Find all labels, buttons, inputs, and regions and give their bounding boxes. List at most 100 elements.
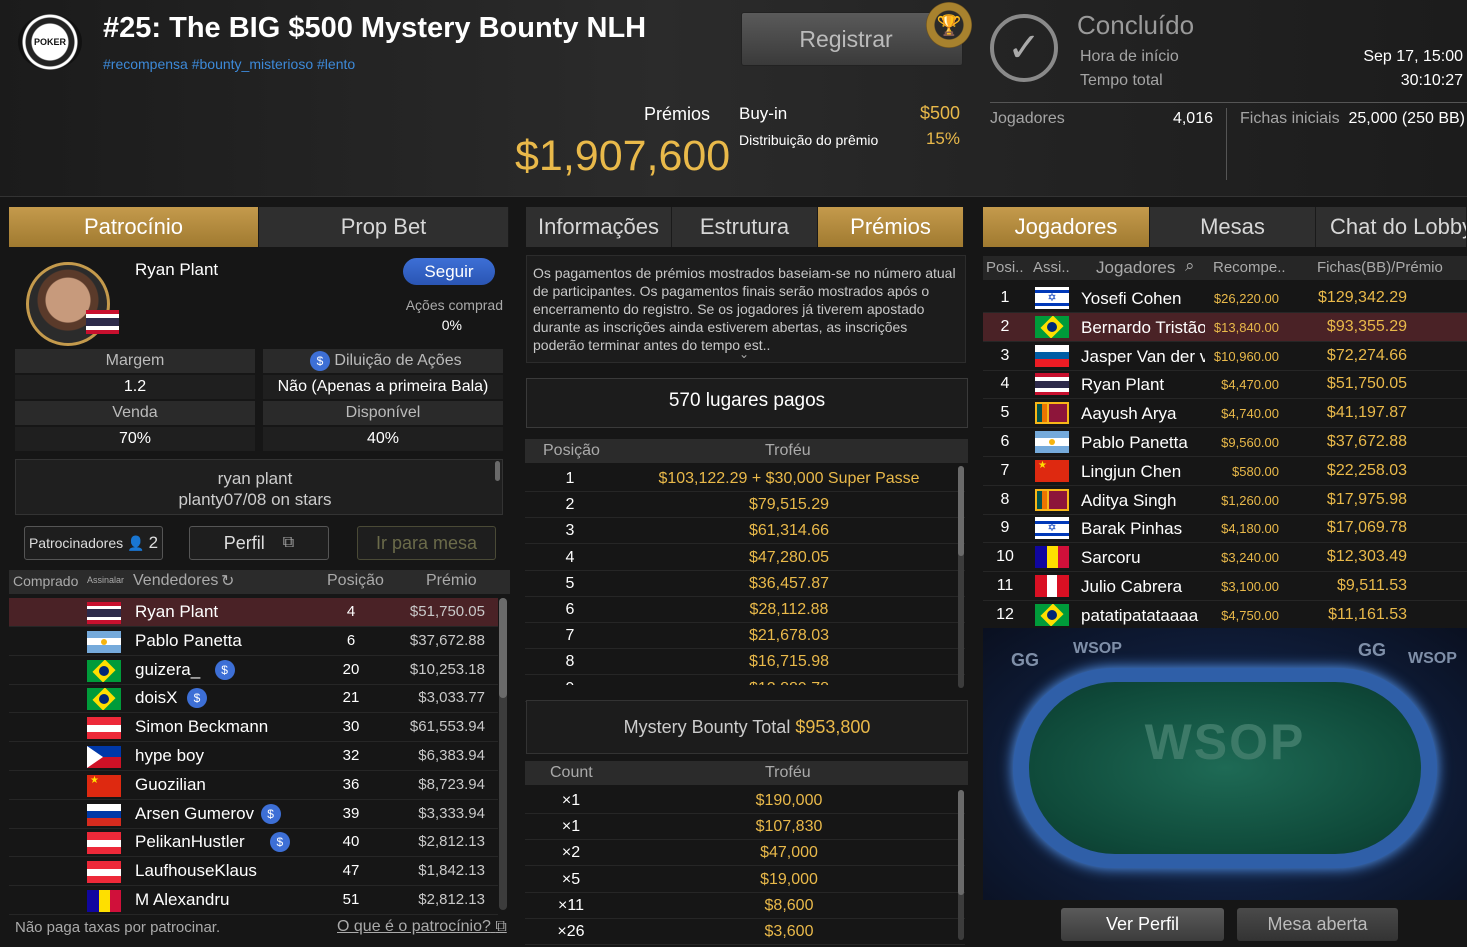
seller-row[interactable]: Simon Beckmann 30 $61,553.94: [9, 713, 498, 743]
player-prize: $129,342.29: [1318, 289, 1407, 306]
open-table-button[interactable]: Mesa aberta: [1237, 908, 1398, 941]
prize-amount: $103,122.29 + $30,000 Super Passe: [658, 470, 920, 487]
flag-peru-icon: [1035, 575, 1069, 597]
col-bought[interactable]: Comprado: [13, 573, 78, 589]
col-chips-prize[interactable]: Fichas(BB)/Prémio: [1317, 259, 1443, 276]
note-scrollbar[interactable]: [495, 461, 500, 481]
col-bounty[interactable]: Recompe..: [1213, 259, 1286, 276]
prize-position: 3: [565, 522, 575, 540]
flag-brazil-icon: [87, 659, 121, 682]
seller-prize: $6,383.94: [418, 747, 485, 764]
seller-row[interactable]: Arsen Gumerov $39 $3,333.94: [9, 800, 498, 829]
tab-players[interactable]: Jogadores: [983, 207, 1150, 247]
player-name: Julio Cabrera: [1081, 577, 1183, 596]
player-prize: $37,672.88: [1326, 433, 1407, 450]
dilution-info-icon[interactable]: $: [310, 351, 330, 371]
sale-label: Venda: [15, 401, 255, 425]
seller-position: 30: [342, 718, 360, 736]
bounty-count: ×11: [558, 896, 584, 914]
prizes-label: Prémios: [643, 104, 710, 124]
seller-prize: $10,253.18: [409, 660, 485, 678]
bounty-scrollbar-thumb[interactable]: [958, 790, 964, 895]
tab-structure[interactable]: Estrutura: [672, 207, 818, 247]
tab-tables[interactable]: Mesas: [1150, 207, 1316, 247]
player-row[interactable]: 1 ✡ Yosefi Cohen $26,220.00 $129,342.29: [983, 284, 1467, 313]
player-name: Ryan Plant: [1081, 375, 1165, 395]
seller-row[interactable]: Ryan Plant 4 $51,750.05: [9, 598, 498, 627]
seller-row[interactable]: Pablo Panetta 6 $37,672.88: [9, 627, 498, 656]
seller-row[interactable]: ★ Guozilian 36 $8,723.94: [9, 771, 498, 800]
player-bounty: $13,840.00: [1213, 319, 1279, 335]
seller-name: Simon Beckmann: [135, 717, 269, 737]
available-value: 40%: [263, 427, 503, 451]
col-sign[interactable]: Assinalar: [87, 575, 124, 585]
follow-button[interactable]: Seguir: [403, 258, 495, 285]
tab-prizes[interactable]: Prémios: [818, 207, 964, 247]
col-position[interactable]: Posição: [327, 572, 384, 590]
total-time-value: 30:10:27: [1400, 72, 1463, 89]
tab-prop-bet[interactable]: Prop Bet: [259, 207, 509, 247]
view-profile-button[interactable]: Ver Perfil: [1061, 908, 1224, 941]
seller-prize: $1,842.13: [418, 862, 485, 880]
player-row[interactable]: 10 Sarcoru $3,240.00 $12,303.49: [983, 543, 1467, 573]
seller-prize: $2,812.13: [418, 891, 485, 908]
seller-row[interactable]: guizera_ $20 $10,253.18: [9, 656, 498, 685]
col-sellers[interactable]: Vendedores: [133, 572, 218, 590]
prize-row: 1 $103,122.29 + $30,000 Super Passe: [525, 466, 965, 492]
seller-name: hype boy: [135, 746, 204, 765]
trophy-icon: 🏆: [926, 2, 972, 48]
col-prize[interactable]: Prémio: [426, 572, 477, 590]
expand-chevron-icon[interactable]: ⌄: [739, 347, 749, 361]
player-row[interactable]: 5 Aayush Arya $4,740.00 $41,197.87: [983, 399, 1467, 429]
player-row[interactable]: 3 Jasper Van der v $10,960.00 $72,274.66: [983, 342, 1467, 371]
player-row[interactable]: 12 patatipatataaaa $4,750.00 $11,161.53: [983, 601, 1467, 630]
goto-table-button[interactable]: Ir para mesa: [357, 526, 496, 560]
player-prize: $72,274.66: [1326, 346, 1407, 364]
player-row[interactable]: 7 ★ Lingjun Chen $580.00 $22,258.03: [983, 457, 1467, 486]
seller-row[interactable]: LaufhouseKlaus 47 $1,842.13: [9, 857, 498, 887]
profile-button[interactable]: Perfil ⧉: [189, 526, 329, 560]
col-players[interactable]: Jogadores: [1096, 258, 1175, 278]
search-icon[interactable]: ⌕: [1185, 256, 1195, 276]
player-row[interactable]: 8 Aditya Singh $1,260.00 $17,975.98: [983, 486, 1467, 515]
prize-amount: $79,515.29: [748, 496, 830, 514]
col-sign[interactable]: Assi..: [1033, 259, 1070, 276]
seller-row[interactable]: doisX $21 $3,033.77: [9, 684, 498, 714]
player-position: 7: [1000, 461, 1010, 479]
player-row[interactable]: 11 Julio Cabrera $3,100.00 $9,511.53: [983, 572, 1467, 601]
tab-info[interactable]: Informações: [526, 207, 672, 247]
seller-row[interactable]: M Alexandru 51 $2,812.13: [9, 886, 498, 915]
col-trophy: Troféu: [765, 764, 811, 781]
prize-scrollbar-thumb[interactable]: [958, 466, 964, 556]
prize-amount: $21,678.03: [748, 627, 830, 645]
seller-row[interactable]: PelikanHustler $40 $2,812.13: [9, 828, 498, 858]
prize-position: 6: [565, 601, 575, 618]
tournament-tags[interactable]: #recompensa #bounty_misterioso #lento: [103, 56, 355, 72]
sponsors-count: 2: [148, 533, 159, 552]
profile-label: Perfil: [223, 532, 265, 553]
player-bounty: $4,740.00: [1221, 406, 1279, 422]
prize-amount: $47,280.05: [748, 548, 830, 566]
bounty-total-value: $953,800: [795, 717, 871, 737]
flag-thailand-icon: [86, 310, 119, 334]
flag-argentina-icon: [87, 630, 121, 653]
tab-lobby-chat[interactable]: Chat do Lobby: [1316, 207, 1467, 247]
what-is-sponsorship-link[interactable]: O que é o patrocínio? ⧉: [337, 918, 507, 936]
player-row[interactable]: 4 Ryan Plant $4,470.00 $51,750.05: [983, 370, 1467, 400]
bounty-count: ×5: [561, 870, 581, 888]
player-position: 11: [996, 577, 1014, 594]
tab-sponsorship[interactable]: Patrocínio: [9, 207, 259, 247]
seller-row[interactable]: hype boy 32 $6,383.94: [9, 742, 498, 771]
bounty-count: ×1: [561, 792, 581, 809]
table-preview[interactable]: GG WSOP GG WSOP WSOP: [983, 628, 1467, 900]
sponsors-button[interactable]: Patrocinadores 👤 2: [24, 526, 163, 560]
player-row[interactable]: 2 Bernardo Tristão $13,840.00 $93,355.29: [983, 312, 1467, 342]
margin-label: Margem: [15, 349, 255, 373]
refresh-icon[interactable]: ↻: [221, 571, 234, 591]
player-row[interactable]: 9 ✡ Barak Pinhas $4,180.00 $17,069.78: [983, 514, 1467, 544]
col-position[interactable]: Posi..: [986, 259, 1024, 276]
sellers-scrollbar-thumb[interactable]: [499, 598, 507, 698]
external-link-icon: ⧉: [495, 918, 507, 935]
player-row[interactable]: 6 Pablo Panetta $9,560.00 $37,672.88: [983, 428, 1467, 457]
player-name: Sarcoru: [1081, 548, 1141, 568]
